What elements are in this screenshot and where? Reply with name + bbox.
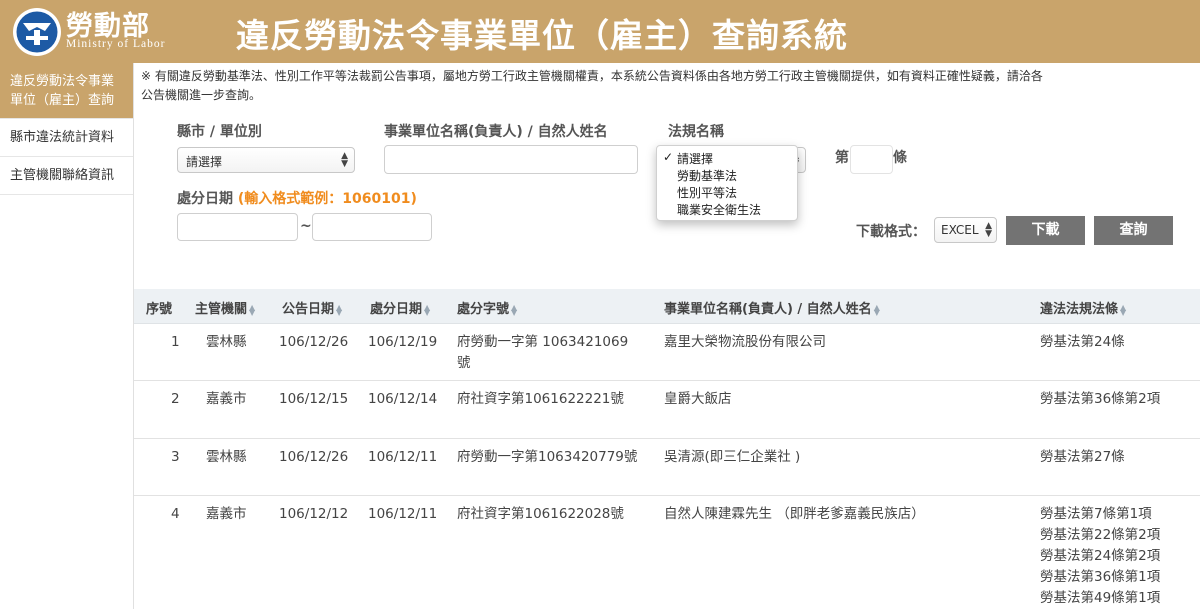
ministry-logo-icon [13,8,61,56]
law-option[interactable]: 請選擇 [677,150,713,167]
sidebar-item-agency-contacts[interactable]: 主管機關聯絡資訊 [0,157,133,195]
cell-doc-no: 府社資字第1061622221號 [457,391,624,407]
notice-line: 公告機關進一步查詢。 [141,88,262,102]
cell-penalty-date: 106/12/19 [368,334,438,350]
cell-laws: 勞基法第7條第1項 勞基法第22條第2項 勞基法第24條第2項 勞基法第36條第… [1040,506,1161,606]
sidebar-item-label: 主管機關聯絡資訊 [10,168,115,183]
cell-announce-date: 106/12/12 [279,506,349,522]
cell-agency: 雲林縣 [206,334,247,350]
app-header: 勞動部 Ministry of Labor 違反勞動法令事業單位（雇主）查詢系統 [0,0,1200,63]
column-header-laws[interactable]: 違法法規法條 ▲ ▼ [1040,298,1126,317]
check-icon: ✓ [663,150,674,164]
download-format-select[interactable]: EXCEL ▲ ▼ [934,217,997,243]
logo-text-en: Ministry of Labor [66,38,166,50]
sidebar-item-county-statistics[interactable]: 縣市違法統計資料 [0,119,133,157]
sidebar-item-label: 單位（雇主）查詢 [10,93,115,108]
cell-laws: 勞基法第27條 [1040,449,1125,465]
table-header: 序號 主管機關 ▲ ▼ 公告日期 ▲ ▼ 處分日期 ▲ ▼ 處分字號 ▲ ▼ 事業單位名稱(負責… [134,289,1200,324]
cell-announce-date: 106/12/26 [279,449,349,465]
article-input[interactable] [850,145,893,174]
cell-announce-date: 106/12/15 [279,391,349,407]
law-option[interactable]: 勞動基準法 [677,167,737,184]
date-label: 處分日期 (輸入格式範例：1060101) [177,188,417,208]
law-option[interactable]: 性別平等法 [677,184,737,201]
search-button[interactable]: 查詢 [1094,216,1173,245]
cell-announce-date: 106/12/26 [279,334,349,350]
select-arrows-icon: ▲▼ [985,221,992,239]
cell-penalty-date: 106/12/11 [368,449,438,465]
column-header-agency[interactable]: 主管機關 ▲ ▼ [195,298,255,317]
select-arrows-icon: ▲▼ [341,151,348,169]
results-table: 序號 主管機關 ▲ ▼ 公告日期 ▲ ▼ 處分日期 ▲ ▼ 處分字號 ▲ ▼ 事業單位名稱(負責… [134,289,1200,616]
column-header-no: 序號 [146,302,173,317]
cell-penalty-date: 106/12/14 [368,391,438,407]
article-prefix: 第 [835,150,849,166]
article-suffix: 條 [893,150,907,166]
column-header-announce-date[interactable]: 公告日期 ▲ ▼ [282,298,342,317]
sidebar-item-label: 違反勞動法令事業 [10,74,115,89]
cell-company: 皇爵大飯店 [664,391,732,407]
page-title: 違反勞動法令事業單位（雇主）查詢系統 [236,16,848,55]
date-to-input[interactable] [312,213,432,241]
cell-laws: 勞基法第36條第2項 [1040,391,1161,407]
table-row: 2 嘉義市 106/12/15 106/12/14 府社資字第106162222… [134,381,1200,439]
column-header-penalty-date[interactable]: 處分日期 ▲ ▼ [370,298,430,317]
column-header-doc-no[interactable]: 處分字號 ▲ ▼ [457,298,517,317]
law-option[interactable]: 職業安全衛生法 [677,201,761,218]
notice-line: ※ 有關違反勞動基準法、性別工作平等法裁罰公告事項，屬地方勞工行政主管機關權責，… [141,69,1043,83]
cell-company: 嘉里大榮物流股份有限公司 [664,334,826,350]
date-format-hint: (輸入格式範例：1060101) [237,191,417,207]
company-label: 事業單位名稱(負責人) / 自然人姓名 [384,124,608,140]
sort-icon[interactable]: ▲ ▼ [336,303,342,316]
sort-icon[interactable]: ▲ ▼ [1120,303,1126,316]
download-format-label: 下載格式： [856,224,926,240]
cell-doc-no: 府勞動一字第1063420779號 [457,449,638,465]
table-row: 1 雲林縣 106/12/26 106/12/19 府勞動一字第 1063421… [134,324,1200,381]
cell-penalty-date: 106/12/11 [368,506,438,522]
download-format-value: EXCEL [941,223,979,237]
law-select-dropdown: ✓ 請選擇 勞動基準法 性別平等法 職業安全衛生法 [656,145,798,221]
county-select[interactable]: 請選擇 ▲ ▼ [177,147,355,173]
cell-agency: 嘉義市 [206,506,247,522]
cell-no: 1 [171,334,180,350]
cell-no: 4 [171,506,180,522]
cell-agency: 嘉義市 [206,391,247,407]
sort-icon[interactable]: ▲ ▼ [511,303,517,316]
law-label: 法規名稱 [668,124,724,140]
cell-no: 3 [171,449,180,465]
county-label: 縣市 / 單位別 [177,124,262,140]
sort-icon[interactable]: ▲ ▼ [874,303,880,316]
company-name-input[interactable] [384,145,638,174]
table-row: 4 嘉義市 106/12/12 106/12/11 府社資字第106162202… [134,496,1200,616]
county-select-value: 請選擇 [186,155,223,169]
column-header-company[interactable]: 事業單位名稱(負責人) / 自然人姓名 ▲ ▼ [664,298,880,317]
date-label-text: 處分日期 [177,191,233,207]
notice-text: ※ 有關違反勞動基準法、性別工作平等法裁罰公告事項，屬地方勞工行政主管機關權責，… [141,67,1200,105]
download-button[interactable]: 下載 [1006,216,1085,245]
sidebar-item-employer-query[interactable]: 違反勞動法令事業 單位（雇主）查詢 [0,63,133,119]
cell-agency: 雲林縣 [206,449,247,465]
cell-doc-no: 府社資字第1061622028號 [457,506,624,522]
date-separator: ~ [300,218,312,234]
sidebar-item-label: 縣市違法統計資料 [10,130,115,145]
cell-company: 吳清源(即三仁企業社 ) [664,449,801,465]
sort-icon[interactable]: ▲ ▼ [249,303,255,316]
date-from-input[interactable] [177,213,298,241]
cell-laws: 勞基法第24條 [1040,334,1125,350]
cell-doc-no: 府勞動一字第 1063421069 號 [457,334,629,371]
cell-no: 2 [171,391,180,407]
table-row: 3 雲林縣 106/12/26 106/12/11 府勞動一字第10634207… [134,439,1200,496]
cell-company: 自然人陳建霖先生 （即胖老爹嘉義民族店） [664,506,925,522]
sort-icon[interactable]: ▲ ▼ [424,303,430,316]
sidebar: 違反勞動法令事業 單位（雇主）查詢 縣市違法統計資料 主管機關聯絡資訊 [0,63,134,609]
